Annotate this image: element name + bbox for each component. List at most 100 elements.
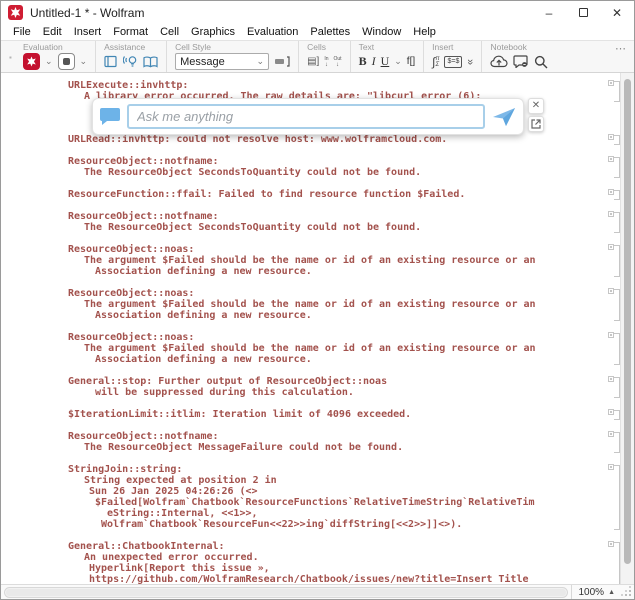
arrow-down-icon: ↓ xyxy=(336,62,339,68)
suggestions-lightbulb-icon[interactable] xyxy=(123,55,138,68)
evaluate-button[interactable] xyxy=(23,53,40,70)
vertical-scrollbar[interactable] xyxy=(620,73,634,586)
message-cell-icon xyxy=(608,464,614,470)
message-line: ResourceObject::notfname: xyxy=(68,211,606,222)
message-cell-icon xyxy=(608,288,614,294)
message-line: An unexpected error occurred. xyxy=(68,552,606,563)
message-cell: ResourceObject::notfname:The ResourceObj… xyxy=(68,211,606,233)
menu-insert[interactable]: Insert xyxy=(68,26,108,38)
input-assistant-icon[interactable] xyxy=(104,55,118,68)
message-line: URLRead::invhttp: could not resolve host… xyxy=(68,134,606,145)
toolbar-section-assistance: Assistance xyxy=(96,41,167,72)
vertical-scrollbar-thumb[interactable] xyxy=(624,79,631,564)
message-line: eString::Internal, <<1>>, xyxy=(68,508,606,519)
message-cell-icon xyxy=(608,134,614,140)
ask-input[interactable] xyxy=(127,104,485,129)
popout-ask-button[interactable] xyxy=(528,116,544,132)
cloud-publish-icon[interactable] xyxy=(490,55,508,68)
show-style-environment-icon[interactable] xyxy=(274,56,290,67)
message-line: Association defining a new resource. xyxy=(68,310,606,321)
input-placeholder-icon[interactable]: In ↓ xyxy=(324,56,328,68)
maximize-button[interactable] xyxy=(566,1,600,24)
ask-card xyxy=(92,98,524,135)
message-line: Association defining a new resource. xyxy=(68,354,606,365)
message-cell-icon xyxy=(608,332,614,338)
resize-grip[interactable] xyxy=(621,586,633,598)
menu-window[interactable]: Window xyxy=(356,26,407,38)
abort-options-chevron-icon[interactable]: ⌄ xyxy=(80,57,88,66)
cell-group-icon[interactable]: ▤] xyxy=(307,56,319,67)
menu-cell[interactable]: Cell xyxy=(154,26,185,38)
message-cell: ResourceFunction::ffail: Failed to find … xyxy=(68,189,606,200)
menu-palettes[interactable]: Palettes xyxy=(304,26,356,38)
title-bar: Untitled-1 * - Wolfram – ✕ xyxy=(1,1,634,24)
message-cell: General::ChatbookInternal:An unexpected … xyxy=(68,541,606,585)
status-bar: 100% ▲ xyxy=(1,584,634,599)
message-line: General::ChatbookInternal: xyxy=(68,541,606,552)
menu-graphics[interactable]: Graphics xyxy=(185,26,241,38)
message-cell: ResourceObject::notfname:The ResourceObj… xyxy=(68,156,606,178)
send-button[interactable] xyxy=(491,106,517,128)
message-line: URLExecute::invhttp: xyxy=(68,80,606,91)
message-cell: ResourceObject::noas:The argument $Faile… xyxy=(68,332,606,365)
menu-format[interactable]: Format xyxy=(107,26,154,38)
more-insert-chevron-icon[interactable]: » xyxy=(464,58,476,64)
message-line: Wolfram`Chatbook`ResourceFun<<22>>ing`di… xyxy=(68,519,606,530)
message-line: The argument $Failed should be the name … xyxy=(68,255,606,266)
chat-notebook-icon[interactable] xyxy=(513,55,529,68)
toolbar-overflow-icon[interactable]: ⋯ xyxy=(615,42,627,55)
message-cell: StringJoin::string:String expected at po… xyxy=(68,464,606,530)
close-ask-button[interactable]: ✕ xyxy=(528,98,544,114)
math-typesetting-icon[interactable]: ∫ π Σ xyxy=(432,55,439,69)
magnification-control[interactable]: 100% ▲ xyxy=(571,585,621,599)
search-icon[interactable] xyxy=(534,55,548,69)
minimize-button[interactable]: – xyxy=(532,1,566,24)
text-options-chevron-icon[interactable]: ⌄ xyxy=(394,57,402,66)
menu-help[interactable]: Help xyxy=(407,26,442,38)
wolfram-spikey-icon xyxy=(8,5,23,20)
message-line: Hyperlink[Report this issue », xyxy=(68,563,606,574)
italic-button[interactable]: I xyxy=(372,54,376,69)
message-cell-icon xyxy=(608,80,614,86)
cells: URLExecute::invhttp:A library error occu… xyxy=(1,73,634,585)
ask-me-anything-overlay: ✕ xyxy=(92,98,544,135)
abort-button[interactable] xyxy=(58,53,75,70)
message-cell: ResourceObject::noas:The argument $Faile… xyxy=(68,288,606,321)
section-label: Cell Style xyxy=(175,42,290,53)
section-label: Insert xyxy=(432,42,473,53)
output-placeholder-icon[interactable]: Out ↓ xyxy=(334,56,342,68)
horizontal-scrollbar[interactable] xyxy=(4,587,568,598)
menu-file[interactable]: File xyxy=(7,26,37,38)
message-cell-icon xyxy=(608,431,614,437)
message-cell: General::stop: Further output of Resourc… xyxy=(68,376,606,398)
section-label: Assistance xyxy=(104,42,158,53)
toolbar-section-notebook: Notebook xyxy=(482,41,556,72)
message-cell: ResourceObject::noas:The argument $Faile… xyxy=(68,244,606,277)
close-button[interactable]: ✕ xyxy=(600,1,634,24)
toolbar-section-text: Text B I U ⌄ f[] xyxy=(351,41,425,72)
lower-limit-glyph: Σ xyxy=(435,62,439,68)
underline-button[interactable]: U xyxy=(381,54,390,69)
zoom-menu-arrow-icon: ▲ xyxy=(608,589,615,596)
message-line: Sun 26 Jan 2025 04:26:26 (<> xyxy=(68,486,606,497)
toolbar-section-insert: Insert ∫ π Σ $=$ » xyxy=(424,41,482,72)
section-label: Cells xyxy=(307,42,341,53)
cell-style-dropdown[interactable]: Message ⌄ xyxy=(175,53,269,70)
message-line: StringJoin::string: xyxy=(68,464,606,475)
inline-cell-icon[interactable]: $=$ xyxy=(444,56,462,68)
menu-edit[interactable]: Edit xyxy=(37,26,68,38)
message-line: ResourceObject::noas: xyxy=(68,288,606,299)
message-cell-icon xyxy=(608,156,614,162)
zoom-level: 100% xyxy=(578,587,604,598)
message-line: will be suppressed during this calculati… xyxy=(68,387,606,398)
documentation-book-icon[interactable] xyxy=(143,56,158,68)
evaluate-options-chevron-icon[interactable]: ⌄ xyxy=(45,57,53,66)
format-function-button[interactable]: f[] xyxy=(407,56,415,67)
menu-evaluation[interactable]: Evaluation xyxy=(241,26,304,38)
cell-style-value: Message xyxy=(180,56,225,68)
ask-side-buttons: ✕ xyxy=(528,98,544,132)
message-line: General::stop: Further output of Resourc… xyxy=(68,376,606,387)
horizontal-scrollbar-thumb[interactable] xyxy=(6,589,566,596)
wolfram-notebook-window: Untitled-1 * - Wolfram – ✕ File Edit Ins… xyxy=(0,0,635,600)
bold-button[interactable]: B xyxy=(359,54,367,69)
